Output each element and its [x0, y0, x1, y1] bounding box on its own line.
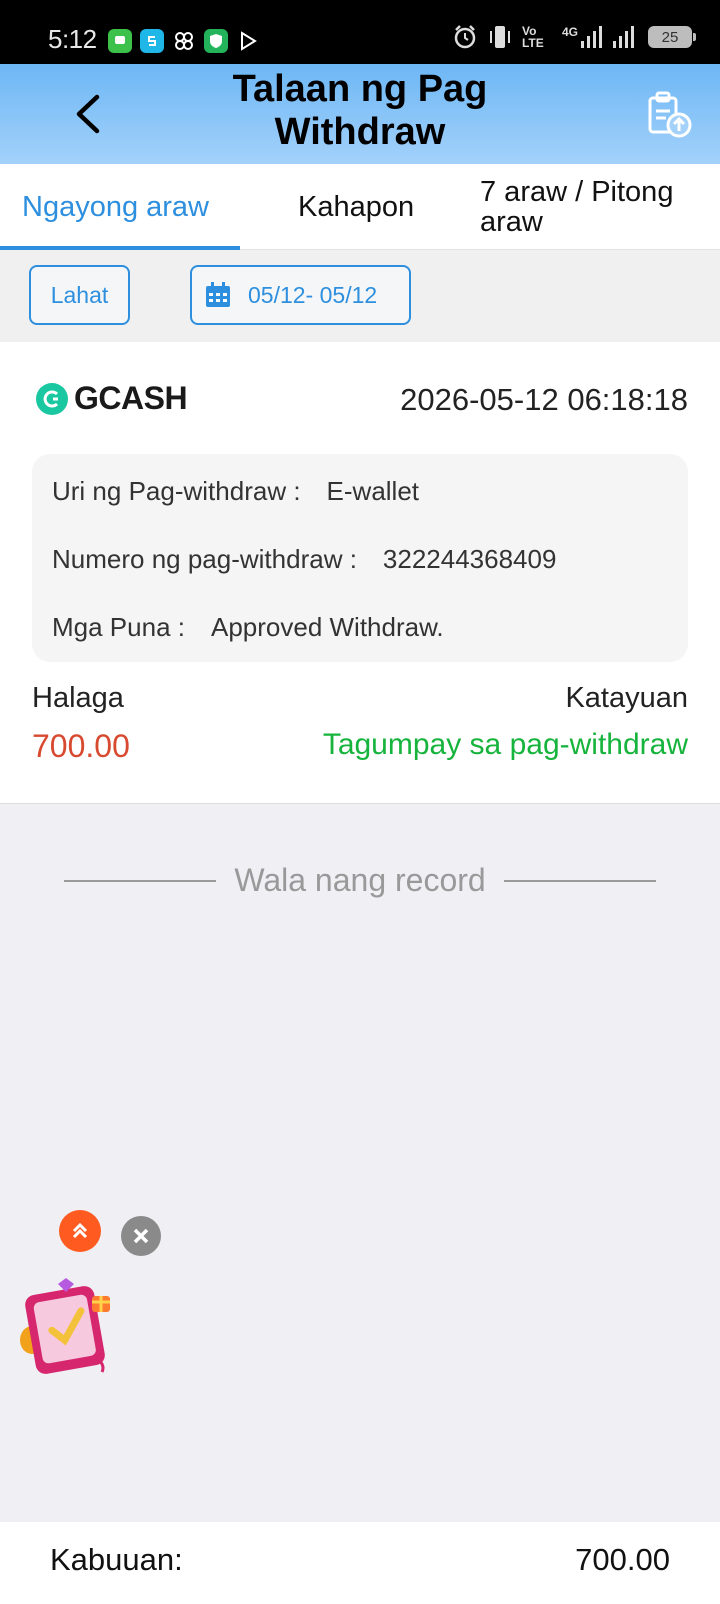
chevron-left-icon [76, 94, 100, 134]
notification-icons [108, 29, 260, 53]
remarks-value: Approved Withdraw. [210, 612, 444, 642]
battery-indicator: 25 [648, 26, 696, 48]
tab-today[interactable]: Ngayong araw [22, 164, 209, 250]
status-right: Vo LTE 4G 25 [452, 24, 696, 50]
withdraw-record-card[interactable]: GCASH 2026-05-12 06:18:18 Uri ng Pag-wit… [0, 342, 720, 804]
messages-icon [108, 29, 132, 53]
type-value: E-wallet [326, 476, 420, 506]
provider-name: GCASH [74, 380, 188, 416]
back-button[interactable] [64, 88, 112, 140]
report-button[interactable] [644, 90, 694, 140]
scroll-up-button[interactable] [59, 1210, 101, 1252]
provider: GCASH [36, 380, 188, 417]
gcash-logo-icon [36, 382, 68, 415]
promo-checklist-widget[interactable] [18, 1278, 118, 1378]
detail-row-type: Uri ng Pag-withdraw : E-wallet [52, 476, 419, 507]
tab-seven-days[interactable]: 7 araw / Pitong araw [480, 164, 706, 250]
type-label: Uri ng Pag-withdraw : [52, 476, 301, 506]
status-value: Tagumpay sa pag-withdraw [322, 728, 688, 761]
checklist-gift-icon [20, 1278, 110, 1374]
close-icon [133, 1228, 149, 1244]
total-label: Kabuuan: [50, 1542, 183, 1577]
double-chevron-up-icon [72, 1222, 88, 1239]
alarm-icon [454, 25, 476, 49]
shield-icon [204, 29, 228, 53]
status-label: Katayuan [565, 682, 688, 714]
date-tabs: Ngayong araw Kahapon 7 araw / Pitong ara… [0, 164, 720, 250]
detail-row-number: Numero ng pag-withdraw : 322244368409 [52, 544, 556, 575]
volte-label: Vo LTE [521, 24, 544, 50]
status-bar: 5:12 Vo LTE 4G 25 [0, 0, 720, 64]
record-details: Uri ng Pag-withdraw : E-wallet Numero ng… [32, 454, 688, 662]
calendar-icon [206, 282, 230, 307]
number-label: Numero ng pag-withdraw : [52, 544, 357, 574]
detail-row-remarks: Mga Puna : Approved Withdraw. [52, 612, 444, 643]
tab-yesterday[interactable]: Kahapon [298, 164, 414, 250]
no-more-records: Wala nang record [64, 862, 657, 899]
remarks-label: Mga Puna : [52, 612, 185, 642]
network-label: 4G [562, 25, 602, 49]
signal-icon-2 [613, 26, 634, 48]
clipboard-upload-icon [648, 91, 692, 138]
filter-bar: Lahat 05/12- 05/12 [0, 250, 720, 342]
close-promo-button[interactable] [121, 1216, 161, 1256]
status-time: 5:12 [48, 24, 97, 54]
divider-right [503, 879, 657, 882]
app-header: Talaan ng Pag Withdraw [0, 64, 720, 164]
play-store-icon [236, 29, 260, 53]
total-value: 700.00 [575, 1542, 670, 1577]
divider-left [64, 879, 217, 882]
record-datetime: 2026-05-12 06:18:18 [400, 382, 688, 417]
total-bar: Kabuuan: 700.00 [0, 1522, 720, 1604]
amount-value: 700.00 [32, 728, 130, 764]
number-value: 322244368409 [382, 544, 557, 574]
filter-all-button[interactable]: Lahat [29, 265, 130, 325]
signal-icon [581, 26, 602, 48]
page-title: Talaan ng Pag Withdraw [232, 68, 488, 153]
no-more-label: Wala nang record [234, 862, 486, 898]
date-range-label: 05/12- 05/12 [248, 281, 378, 308]
amount-label: Halaga [32, 682, 124, 714]
pinwheel-icon [172, 29, 196, 53]
app-s-icon [140, 29, 164, 53]
date-range-button[interactable]: 05/12- 05/12 [190, 265, 411, 325]
vibrate-icon [489, 26, 510, 48]
